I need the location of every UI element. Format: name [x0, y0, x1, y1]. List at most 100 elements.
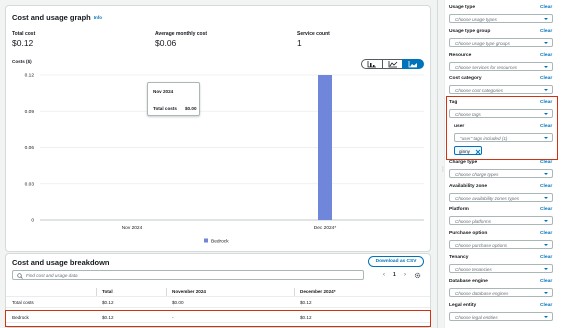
x-tick-label: Nov 2024: [122, 225, 143, 231]
tooltip-title: Nov 2024: [153, 89, 174, 94]
stat-label-total-cost: Total cost: [12, 31, 36, 37]
clear-button-usage-type-group[interactable]: Clear: [540, 29, 552, 34]
tooltip-label: Total costs: [153, 106, 177, 111]
chart-tooltip: Nov 2024 Total costs $0.00: [147, 82, 200, 116]
column-header-december[interactable]: December 2024*: [300, 289, 336, 294]
stacked-bar-chart-icon: [408, 60, 417, 67]
filter-label-platform: Platform: [449, 207, 469, 212]
legend-label: Bedrock: [211, 238, 229, 244]
caret-down-icon: [544, 220, 548, 222]
select-tenancy[interactable]: Choose tenancies: [449, 264, 553, 273]
panel-divider: [437, 0, 438, 328]
column-separator: [294, 288, 295, 296]
select-database-engine[interactable]: Choose database engines: [449, 288, 553, 297]
clear-button-platform[interactable]: Clear: [540, 207, 552, 212]
select-legal-entity[interactable]: Choose legal entities: [449, 312, 553, 321]
select-placeholder: Choose purchase options: [455, 242, 508, 248]
gear-icon[interactable]: [414, 272, 421, 279]
select-cost-category[interactable]: Choose cost categories: [449, 85, 553, 94]
caret-down-icon: [544, 18, 548, 20]
select-placeholder: Choose charge types: [455, 171, 499, 177]
select-resource[interactable]: Choose services for resources: [449, 62, 553, 71]
row-name: Total costs: [12, 300, 34, 305]
filter-label-usage-type: Usage type: [449, 5, 476, 10]
select-availability-zone[interactable]: Choose availability zones types: [449, 193, 553, 202]
filter-label-resource: Resource: [449, 53, 472, 58]
search-placeholder: Find cost and usage data: [26, 273, 78, 278]
caret-down-icon: [544, 316, 548, 318]
caret-down-icon: [544, 292, 548, 294]
bar-chart-icon: [367, 60, 376, 67]
breakdown-title: Cost and usage breakdown: [12, 258, 110, 267]
clear-button-purchase-option[interactable]: Clear: [540, 231, 552, 236]
filter-label-cost-category: Cost category: [449, 76, 482, 81]
filter-label-database-engine: Database engine: [449, 279, 488, 284]
info-link[interactable]: Info: [94, 15, 102, 20]
filter-label-usage-type-group: Usage type group: [449, 29, 491, 34]
row-december: $0.12: [300, 300, 312, 305]
y-axis-label: Costs ($): [12, 59, 32, 64]
stat-label-average-monthly: Average monthly cost: [155, 31, 208, 37]
select-placeholder: Choose tenancies: [455, 266, 492, 272]
y-tick-label: 0.09: [25, 109, 35, 115]
column-header-total[interactable]: Total: [102, 289, 113, 294]
caret-down-icon: [544, 173, 548, 175]
clear-button-tenancy[interactable]: Clear: [540, 255, 552, 260]
select-charge-type[interactable]: Choose charge types: [449, 169, 553, 178]
filter-label-charge-type: Charge type: [449, 160, 478, 165]
search-input[interactable]: Find cost and usage data: [12, 270, 364, 280]
clear-button-usage-type[interactable]: Clear: [540, 5, 552, 10]
caret-down-icon: [544, 197, 548, 199]
filter-label-legal-entity: Legal entity: [449, 303, 477, 308]
select-placeholder: Choose availability zones types: [455, 195, 520, 201]
bar-dec-2024[interactable]: [318, 75, 332, 220]
column-separator: [96, 288, 97, 296]
row-november: $0.00: [172, 300, 184, 305]
clear-button-cost-category[interactable]: Clear: [540, 76, 552, 81]
legend-swatch: [204, 238, 208, 243]
x-tick-label: Dec 2024*: [314, 225, 337, 231]
stat-value-total-cost: $0.12: [12, 38, 34, 48]
caret-down-icon: [544, 268, 548, 270]
clear-button-charge-type[interactable]: Clear: [540, 160, 552, 165]
select-placeholder: Choose usage types: [455, 16, 497, 22]
row-total: $0.12: [102, 300, 114, 305]
select-usage-type[interactable]: Choose usage types: [449, 14, 553, 23]
clear-button-legal-entity[interactable]: Clear: [540, 303, 552, 308]
select-placeholder: Choose legal entities: [455, 314, 498, 320]
select-placeholder: Choose database engines: [455, 290, 509, 296]
line-chart-icon: [388, 60, 397, 67]
clear-button-resource[interactable]: Clear: [540, 53, 552, 58]
cost-chart: 0.12 0.09 0.06 0.03 0 Nov 2024 Dec 2024* Bedr…: [25, 73, 424, 244]
graph-title: Cost and usage graph Info: [12, 13, 103, 22]
select-placeholder: Choose platforms: [455, 218, 492, 224]
filter-label-purchase-option: Purchase option: [449, 231, 488, 236]
select-platform[interactable]: Choose platforms: [449, 216, 553, 225]
bedrock-row-highlight: [5, 310, 431, 327]
stat-value-average-monthly: $0.06: [155, 38, 177, 48]
table-row: Total costs $0.12 $0.00 $0.12: [6, 298, 430, 308]
y-tick-label: 0.06: [25, 145, 35, 151]
tooltip-value: $0.00: [185, 106, 197, 111]
table-header: Total November 2024 December 2024*: [6, 287, 430, 297]
caret-down-icon: [544, 42, 548, 44]
download-csv-button[interactable]: Download as CSV: [368, 256, 424, 267]
prev-page-button[interactable]: ‹: [383, 272, 385, 278]
main-content: Cost and usage graph Info Total cost $0.1…: [0, 0, 436, 328]
select-purchase-option[interactable]: Choose purchase options: [449, 240, 553, 249]
filter-label-availability-zone: Availability zone: [449, 184, 488, 189]
select-placeholder: Choose usage type groups: [455, 40, 510, 46]
tag-filter-highlight: [446, 96, 558, 160]
page-number[interactable]: 1: [393, 272, 396, 278]
caret-down-icon: [544, 244, 548, 246]
next-page-button[interactable]: ›: [404, 272, 406, 278]
clear-button-database-engine[interactable]: Clear: [540, 279, 552, 284]
select-placeholder: Choose services for resources: [455, 64, 518, 70]
stat-value-service-count: 1: [297, 38, 302, 48]
select-usage-type-group[interactable]: Choose usage type groups: [449, 38, 553, 47]
caret-down-icon: [544, 89, 548, 91]
column-header-november[interactable]: November 2024: [172, 289, 206, 294]
stat-label-service-count: Service count: [297, 31, 330, 37]
y-tick-label: 0.12: [25, 73, 35, 79]
clear-button-availability-zone[interactable]: Clear: [540, 184, 552, 189]
